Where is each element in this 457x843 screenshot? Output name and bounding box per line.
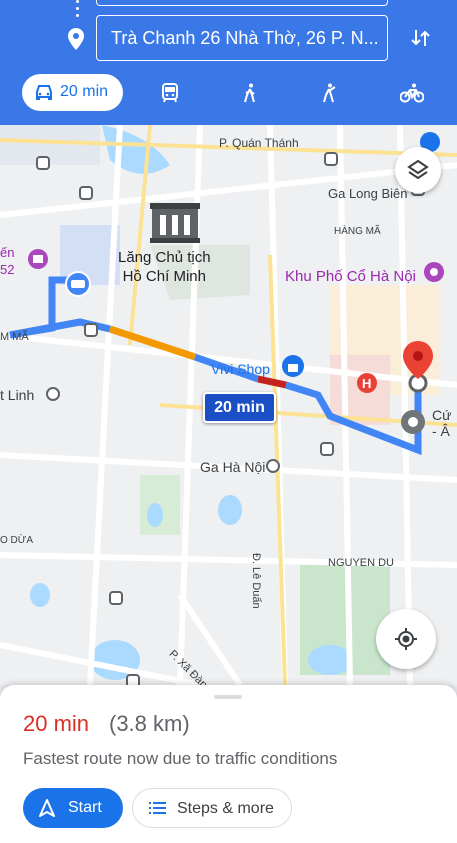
poi-old-quarter[interactable]: Khu Phố Cổ Hà Nội <box>285 268 416 285</box>
partial-label-left-4: t Linh <box>0 387 35 403</box>
map-view[interactable]: H P. Quán Thánh Ga Long Biên HÀNG MÃ Lăn… <box>0 125 457 685</box>
mode-driving-tab[interactable]: 20 min <box>22 74 123 111</box>
driving-time-label: 20 min <box>60 83 109 100</box>
layers-button[interactable] <box>395 147 441 193</box>
poi-vivi-shop[interactable]: Vivi Shop <box>211 361 270 377</box>
street-label-nguyen-du: NGUYEN DU <box>328 557 395 569</box>
steps-more-button[interactable]: Steps & more <box>132 788 292 828</box>
bicycle-icon[interactable] <box>400 83 424 103</box>
my-location-icon <box>395 628 417 650</box>
drag-handle[interactable] <box>214 695 242 699</box>
destination-field[interactable]: Trà Chanh 26 Nhà Thờ, 26 P. N... <box>96 15 388 61</box>
partial-label-right-1: Cứ <box>432 407 452 423</box>
station-label-long-bien: Ga Long Biên <box>328 186 408 201</box>
route-time-badge[interactable]: 20 min <box>203 392 276 423</box>
eta-text: 20 min <box>23 711 90 736</box>
car-icon <box>36 85 52 100</box>
steps-label: Steps & more <box>177 800 274 817</box>
rideshare-icon[interactable] <box>321 83 341 103</box>
my-location-button[interactable] <box>376 609 436 669</box>
route-dots-icon <box>76 0 80 18</box>
partial-label-left-1: ến <box>0 245 15 260</box>
street-label-le-duan: Đ. Lê Duẩn <box>250 553 262 609</box>
list-icon <box>149 802 166 814</box>
swap-vertical-icon[interactable] <box>410 27 432 49</box>
directions-header: Trà Chanh 26 Nhà Thờ, 26 P. N... 20 min <box>0 0 457 125</box>
station-label-ga-ha-noi: Ga Hà Nội <box>200 459 266 475</box>
distance-text: (3.8 km) <box>109 711 190 736</box>
route-description: Fastest route now due to traffic conditi… <box>23 749 338 768</box>
transit-icon[interactable] <box>160 83 180 103</box>
start-button[interactable]: Start <box>23 788 123 828</box>
route-summary-sheet: 20 min (3.8 km) Fastest route now due to… <box>0 685 457 843</box>
start-label: Start <box>68 799 102 816</box>
travel-mode-tabs: 20 min <box>0 74 457 112</box>
landmark-mausoleum[interactable]: Lăng Chủ tịch Hồ Chí Minh <box>118 248 211 286</box>
navigation-arrow-icon <box>39 799 55 817</box>
street-label-quan-thanh: P. Quán Thánh <box>219 136 299 150</box>
partial-label-left-2: 52 <box>0 262 15 277</box>
svg-text:H: H <box>362 376 371 391</box>
walk-icon[interactable] <box>241 83 259 103</box>
partial-label-right-2: - Â <box>432 423 450 439</box>
origin-field[interactable] <box>96 0 388 6</box>
partial-label-left-3: M MÃ <box>0 331 29 343</box>
layers-icon <box>407 159 429 180</box>
destination-pin-icon <box>68 28 84 50</box>
street-label-hang-ma: HÀNG MÃ <box>334 226 381 237</box>
partial-label-left-5: O DỪA <box>0 535 33 546</box>
